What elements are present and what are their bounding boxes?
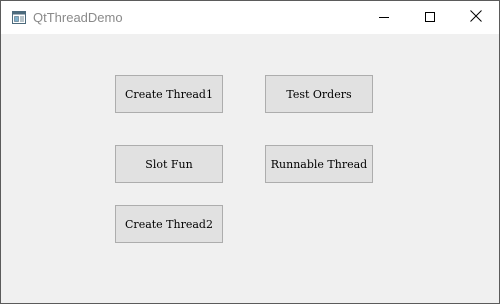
slot-fun-button[interactable]: Slot Fun [115,145,223,183]
maximize-icon [425,9,435,27]
app-window: QtThreadDemo Create Thread1 Test Orders … [0,0,500,304]
create-thread1-button[interactable]: Create Thread1 [115,75,223,113]
app-icon [12,11,26,24]
close-icon [470,9,482,27]
client-area: Create Thread1 Test Orders Slot Fun Runn… [1,34,499,303]
test-orders-button[interactable]: Test Orders [265,75,373,113]
minimize-icon [379,9,389,27]
window-title: QtThreadDemo [33,10,123,25]
runnable-thread-button[interactable]: Runnable Thread [265,145,373,183]
create-thread2-button[interactable]: Create Thread2 [115,205,223,243]
title-bar[interactable]: QtThreadDemo [1,1,499,34]
minimize-button[interactable] [361,1,407,34]
maximize-button[interactable] [407,1,453,34]
close-button[interactable] [453,1,499,34]
